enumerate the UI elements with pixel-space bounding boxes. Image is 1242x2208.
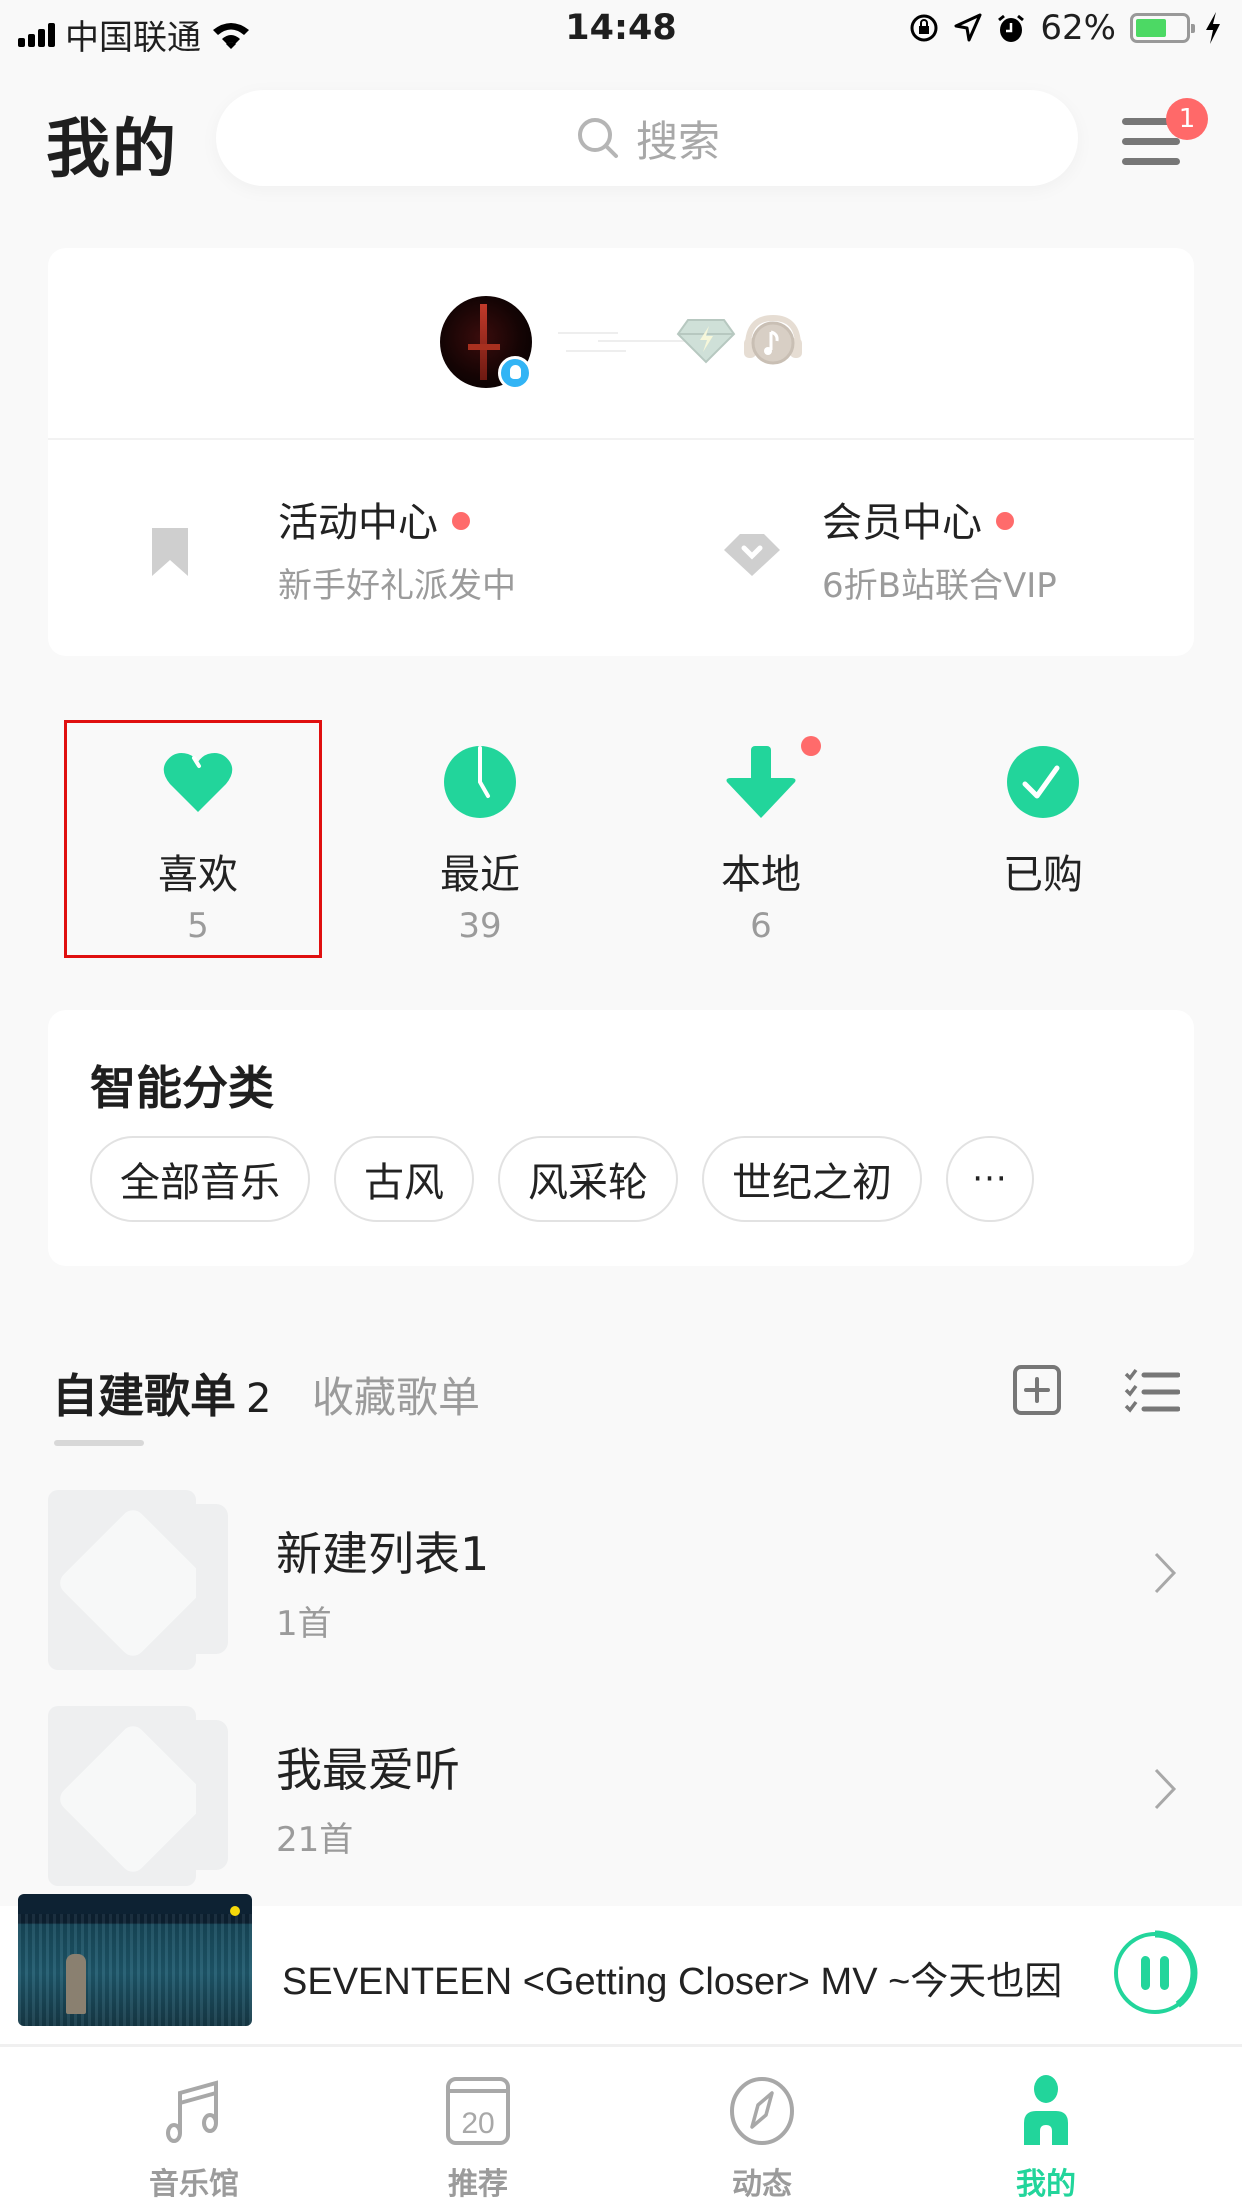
notification-dot bbox=[801, 736, 821, 756]
tab-feed[interactable]: 动态 bbox=[662, 2067, 862, 2207]
header: 我的 搜索 1 bbox=[0, 70, 1242, 210]
smart-category-title: 智能分类 bbox=[90, 1061, 274, 1115]
playlist-cover bbox=[48, 1706, 228, 1886]
check-circle-icon bbox=[1007, 746, 1079, 818]
playlist-tabs: 自建歌单 2 收藏歌单 bbox=[0, 1340, 1242, 1460]
tab-label: 音乐馆 bbox=[149, 2167, 239, 2202]
quick-local[interactable]: 本地 6 bbox=[661, 700, 861, 960]
qq-icon bbox=[498, 356, 532, 390]
notification-dot bbox=[996, 512, 1014, 530]
vip-center-subtitle: 6折B站联合VIP bbox=[822, 566, 1057, 606]
charging-icon bbox=[1206, 12, 1220, 44]
more-categories-button[interactable]: ··· bbox=[946, 1136, 1034, 1222]
quick-label: 喜欢 bbox=[158, 852, 238, 898]
username[interactable] bbox=[558, 326, 688, 362]
tab-mine[interactable]: 我的 bbox=[946, 2067, 1146, 2207]
playlist-song-count: 21首 bbox=[276, 1820, 354, 1860]
active-tab-indicator bbox=[54, 1440, 144, 1446]
download-icon bbox=[726, 746, 796, 818]
category-chips: 全部音乐 古风 风采轮 世纪之初 ··· bbox=[90, 1136, 1034, 1222]
playlist-count: 2 bbox=[246, 1376, 272, 1422]
search-placeholder: 搜索 bbox=[635, 116, 720, 166]
orientation-lock-icon bbox=[910, 14, 938, 42]
smart-category-card: 智能分类 全部音乐 古风 风采轮 世纪之初 ··· bbox=[48, 1010, 1194, 1266]
playlist-item[interactable]: 新建列表1 1首 bbox=[0, 1490, 1242, 1676]
gem-badge-icon[interactable] bbox=[676, 318, 736, 364]
playlist-cover bbox=[48, 1490, 228, 1670]
music-note-icon bbox=[166, 2080, 218, 2143]
quick-label: 已购 bbox=[1003, 852, 1083, 898]
category-chip[interactable]: 全部音乐 bbox=[90, 1136, 310, 1222]
quick-count: 6 bbox=[750, 906, 772, 946]
chevron-right-icon bbox=[1154, 1552, 1177, 1594]
activity-center-subtitle: 新手好礼派发中 bbox=[278, 566, 516, 606]
calendar-icon: 20 bbox=[446, 2077, 510, 2145]
playlist-song-count: 1首 bbox=[276, 1604, 332, 1644]
vip-diamond-icon bbox=[724, 534, 780, 576]
battery-icon bbox=[1130, 13, 1195, 43]
activity-center-title: 活动中心 bbox=[278, 500, 438, 546]
alarm-icon bbox=[998, 14, 1025, 42]
quick-recent[interactable]: 最近 39 bbox=[380, 700, 580, 960]
clock-icon bbox=[444, 746, 516, 818]
now-playing-title: SEVENTEEN <Getting Closer> MV ~今天也因 bbox=[282, 1961, 1063, 2003]
chevron-right-icon bbox=[1154, 1768, 1177, 1810]
tab-music-hall[interactable]: 音乐馆 bbox=[94, 2067, 294, 2207]
calendar-date: 20 bbox=[461, 2107, 494, 2140]
tab-label: 我的 bbox=[1016, 2167, 1076, 2202]
quick-purchased[interactable]: 已购 bbox=[943, 700, 1143, 960]
vip-center-title: 会员中心 bbox=[822, 500, 982, 546]
category-chip[interactable]: 风采轮 bbox=[498, 1136, 678, 1222]
now-playing-thumbnail[interactable] bbox=[18, 1894, 252, 2026]
profile-card: 活动中心 新手好礼派发中 会员中心 6折B站联合VIP bbox=[48, 248, 1194, 656]
search-icon bbox=[577, 118, 618, 158]
page-title: 我的 bbox=[46, 113, 178, 187]
bookmark-icon bbox=[152, 528, 188, 576]
search-input[interactable]: 搜索 bbox=[216, 90, 1078, 186]
person-icon bbox=[1024, 2075, 1068, 2145]
tab-label: 动态 bbox=[732, 2167, 792, 2202]
quick-access-row: 喜欢 5 最近 39 本地 6 已购 bbox=[0, 700, 1242, 960]
bottom-tab-bar: 音乐馆 20 推荐 动态 我的 bbox=[0, 2044, 1242, 2208]
quick-label: 最近 bbox=[440, 852, 520, 898]
category-chip[interactable]: 世纪之初 bbox=[702, 1136, 922, 1222]
tab-label: 自建歌单 bbox=[52, 1369, 236, 1423]
tab-recommend[interactable]: 20 推荐 bbox=[378, 2067, 578, 2207]
tab-created-playlists[interactable]: 自建歌单 2 bbox=[52, 1360, 271, 1426]
quick-count: 39 bbox=[458, 906, 502, 946]
manage-playlists-icon[interactable] bbox=[1124, 1368, 1180, 1416]
heart-icon bbox=[163, 753, 233, 812]
compass-icon bbox=[730, 2077, 794, 2145]
notification-badge: 1 bbox=[1166, 98, 1208, 140]
notification-dot bbox=[452, 512, 470, 530]
music-level-badge-icon[interactable] bbox=[742, 312, 804, 368]
add-playlist-icon[interactable] bbox=[1012, 1364, 1062, 1416]
pause-button[interactable] bbox=[1110, 1928, 1200, 2018]
battery-percent: 62% bbox=[1040, 8, 1116, 48]
tab-label: 推荐 bbox=[448, 2167, 508, 2202]
quick-label: 本地 bbox=[721, 852, 801, 898]
quick-favorites[interactable]: 喜欢 5 bbox=[98, 700, 298, 960]
tab-collected-playlists[interactable]: 收藏歌单 bbox=[312, 1364, 480, 1425]
category-chip[interactable]: 古风 bbox=[334, 1136, 474, 1222]
playlist-item[interactable]: 我最爱听 21首 bbox=[0, 1706, 1242, 1892]
mini-player[interactable]: SEVENTEEN <Getting Closer> MV ~今天也因 bbox=[0, 1894, 1242, 2046]
playlist-name: 我最爱听 bbox=[276, 1743, 460, 1797]
location-icon bbox=[954, 13, 982, 42]
divider bbox=[48, 438, 1194, 440]
quick-count: 5 bbox=[187, 906, 209, 946]
status-bar: 中国联通 14:48 62% bbox=[0, 0, 1242, 62]
playlist-name: 新建列表1 bbox=[276, 1527, 490, 1581]
